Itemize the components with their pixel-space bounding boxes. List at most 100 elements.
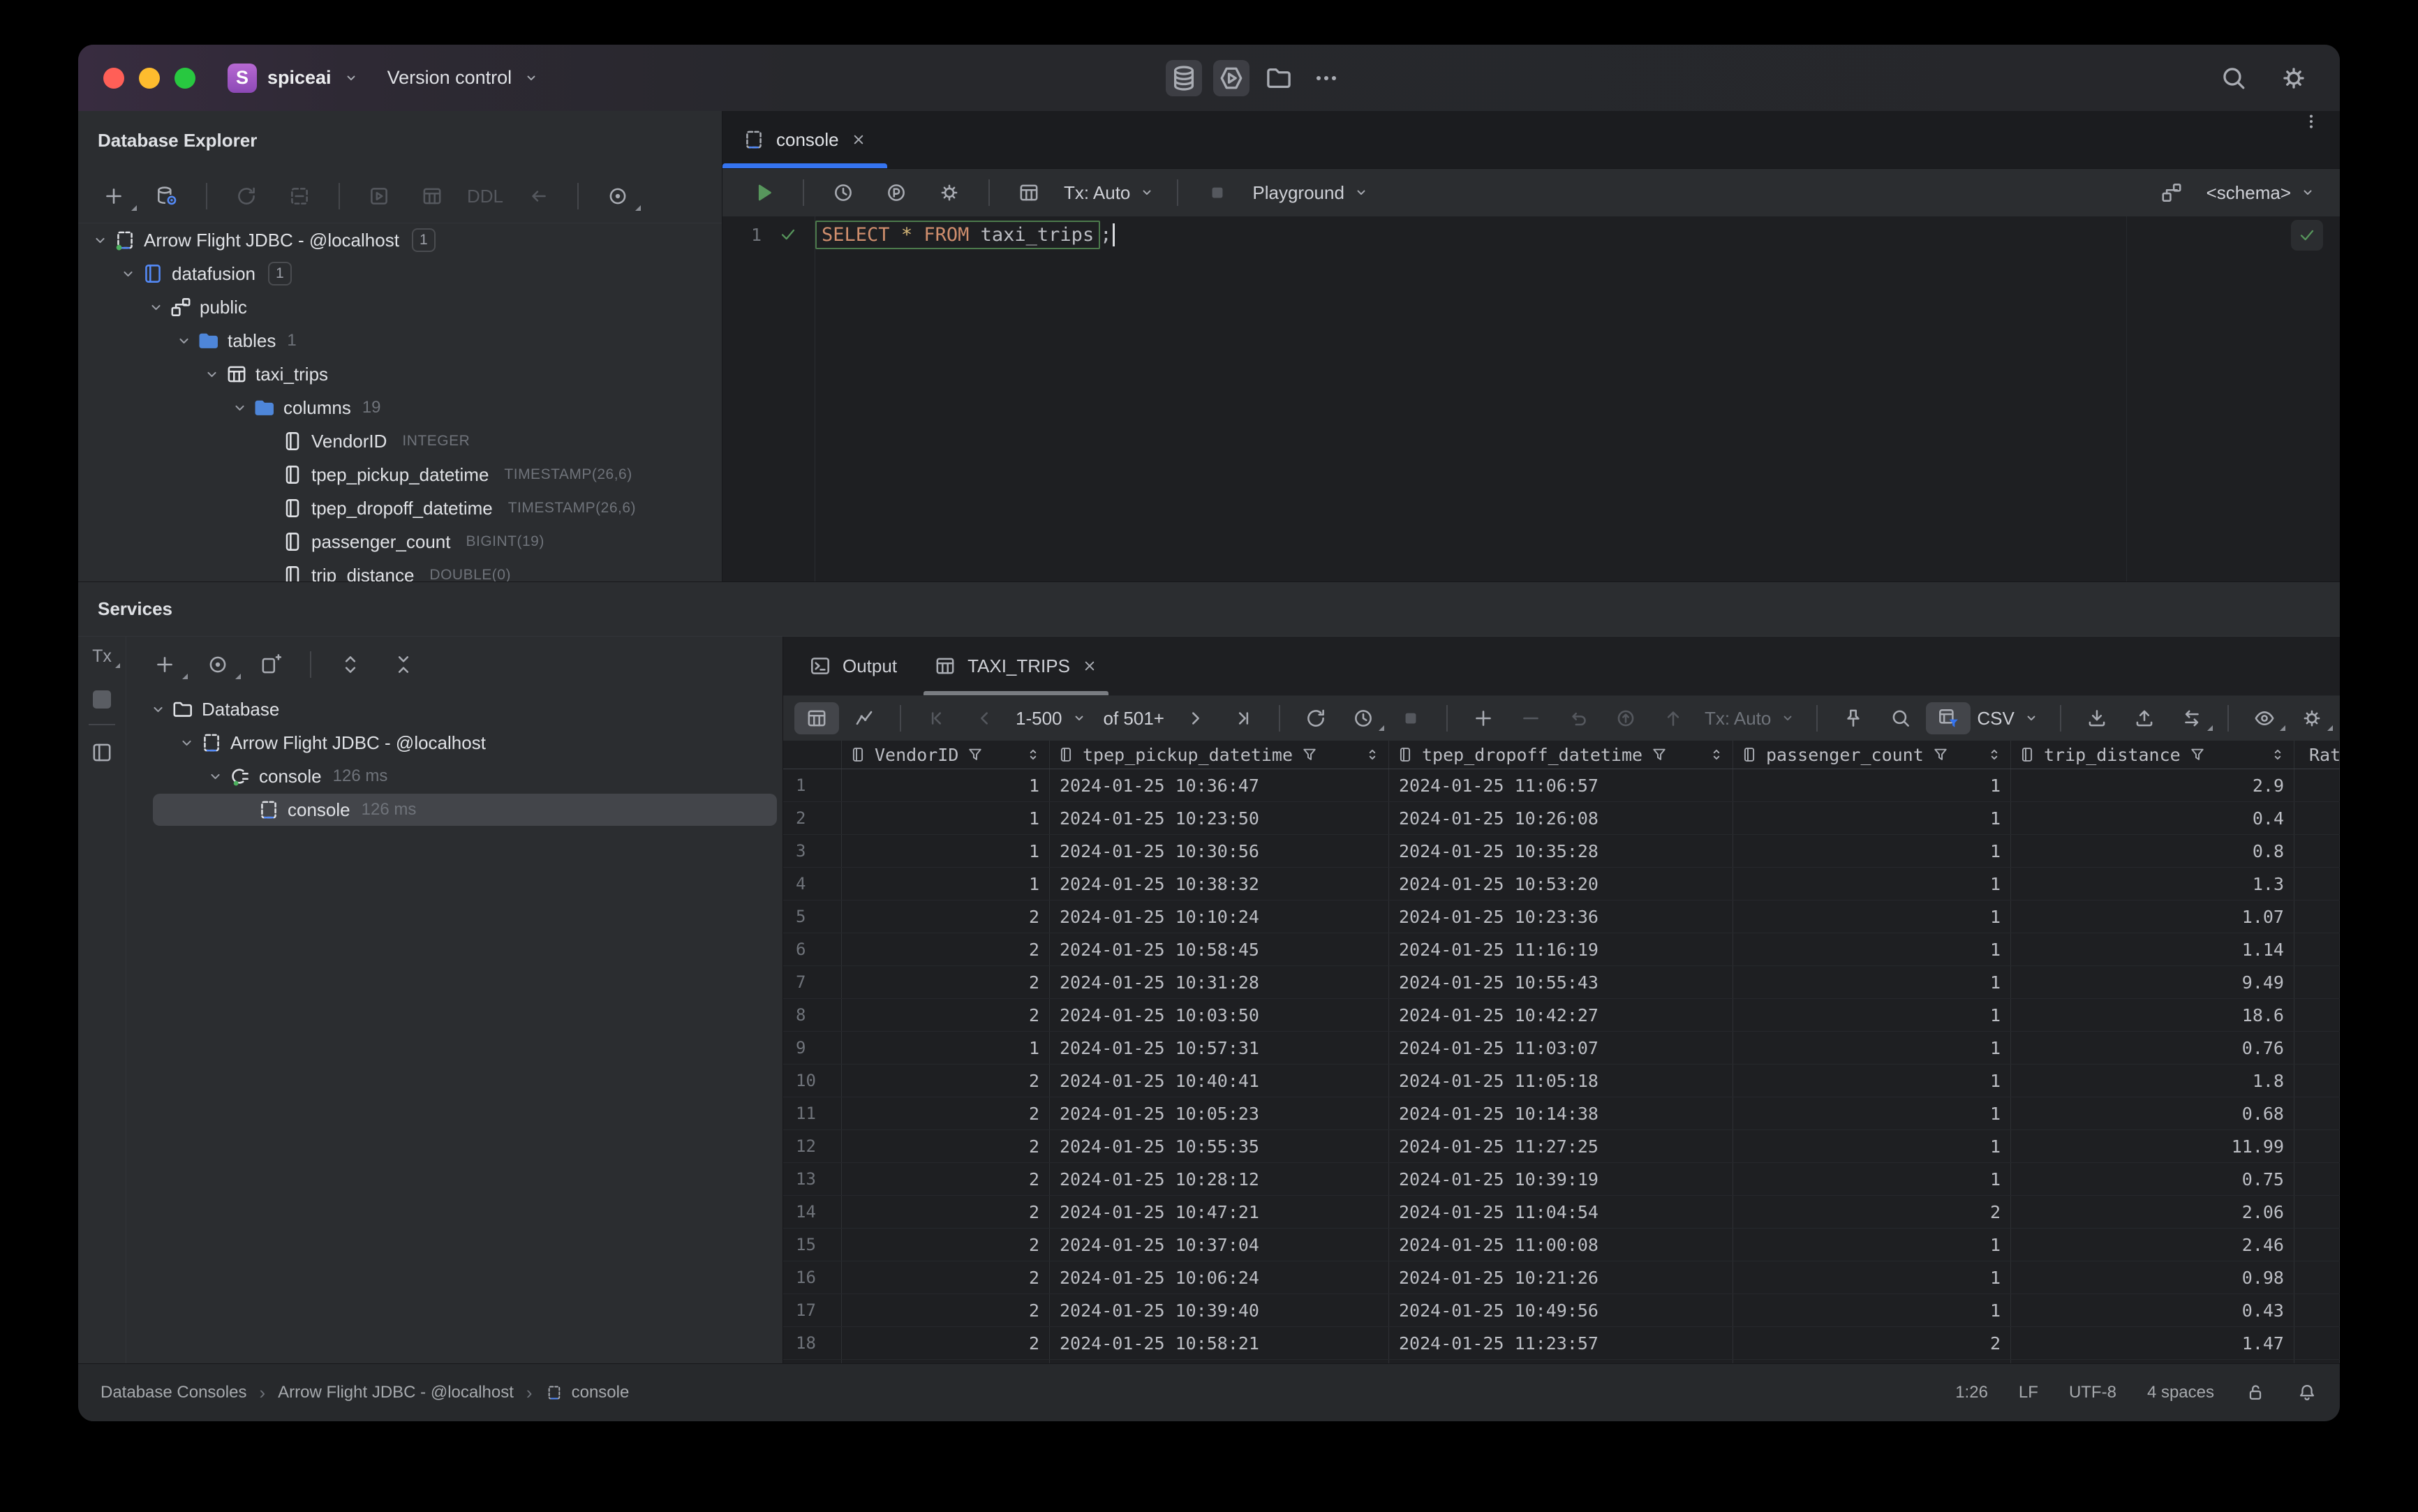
chevron-down-icon[interactable] [198,357,225,391]
cell[interactable]: 2024-01-25 10:49:56 [1389,1294,1733,1326]
cell[interactable]: 2 [842,1261,1050,1294]
grid-eye-button[interactable] [2242,702,2287,734]
vcs-menu-button[interactable]: Version control [387,67,512,89]
cell[interactable]: 1 [842,1032,1050,1064]
statusbar-4-spaces[interactable]: 4 spaces [2147,1383,2214,1402]
row-number[interactable]: 3 [783,835,842,867]
cell[interactable]: 2024-01-25 10:42:27 [1389,999,1733,1031]
chevron-down-icon[interactable] [142,290,169,324]
cell[interactable]: 2024-01-25 10:53:20 [1389,868,1733,900]
cell[interactable]: 2 [1733,1196,2011,1228]
editor-playground-button[interactable]: Playground [1246,175,1377,211]
cell[interactable] [2294,868,2340,900]
column-header-passenger-count[interactable]: passenger_count [1733,741,2011,769]
row-number[interactable]: 7 [783,966,842,998]
db-tree-item-columns[interactable]: columns 19 [78,391,722,424]
editor-run-button[interactable] [739,175,788,211]
row-number[interactable]: 6 [783,933,842,965]
cell[interactable]: 2024-01-25 10:58:21 [1050,1327,1389,1359]
dbcyl-button[interactable] [1166,59,1202,96]
row-number[interactable]: 9 [783,1032,842,1064]
cell[interactable]: 2 [842,1097,1050,1129]
cell[interactable]: 2.9 [2011,769,2294,801]
cell[interactable]: 2.46 [2011,1229,2294,1261]
cell[interactable] [2294,1163,2340,1195]
cell[interactable]: 1.07 [2011,900,2294,933]
chevron-down-icon[interactable] [170,324,197,357]
cell[interactable]: 2 [842,1065,1050,1097]
filter-icon[interactable] [2188,746,2206,764]
cell[interactable]: 2024-01-25 10:23:36 [1389,900,1733,933]
cell[interactable]: 2024-01-25 11:27:25 [1389,1130,1733,1162]
dots-button[interactable] [1308,60,1344,96]
row-number[interactable]: 18 [783,1327,842,1359]
cell[interactable]: 1.8 [2011,1065,2294,1097]
cell[interactable] [2294,1229,2340,1261]
cell[interactable]: 2024-01-25 10:23:50 [1050,802,1389,834]
grid-tablefilter-button[interactable] [1926,702,1971,734]
cell[interactable]: 1 [1733,1032,2011,1064]
cell[interactable]: 2 [842,900,1050,933]
search-button[interactable] [2216,60,2252,96]
editor-clock-button[interactable] [819,175,868,211]
row-number[interactable]: 12 [783,1130,842,1162]
cell[interactable]: 2 [842,1229,1050,1261]
db-tree-item-datafusion[interactable]: datafusion 1 [78,257,722,290]
cell[interactable]: 11.99 [2011,1130,2294,1162]
cell[interactable] [2294,1327,2340,1359]
dbx-scope-button[interactable] [593,178,642,214]
cell[interactable]: 1 [1733,1261,2011,1294]
cell[interactable]: 2 [842,966,1050,998]
services-tree-item-arrow-flight-jdbc-localhost[interactable]: Arrow Flight JDBC - @localhost [126,726,782,759]
cell[interactable]: 1 [1733,1163,2011,1195]
cell[interactable]: 2 [842,1294,1050,1326]
db-tree-item-tables[interactable]: tables 1 [78,324,722,357]
breadcrumb-item-database-consoles[interactable]: Database Consoles [101,1383,246,1402]
cell[interactable]: 2 [1733,1327,2011,1359]
tx-button[interactable]: Tx [88,645,120,668]
grid-navnext-button[interactable] [1173,702,1218,734]
row-number[interactable]: 8 [783,999,842,1031]
db-tree-item-public[interactable]: public [78,290,722,324]
services-tree-item-console[interactable]: console 126 ms [126,793,782,827]
cell[interactable]: 2024-01-25 10:39:19 [1389,1163,1733,1195]
db-tree-item-tpep-dropoff-datetime[interactable]: tpep_dropoff_datetime TIMESTAMP(26,6) [78,491,722,525]
db-tree-item-passenger-count[interactable]: passenger_count BIGINT(19) [78,525,722,558]
cell[interactable]: 2024-01-25 11:06:57 [1389,769,1733,801]
cell[interactable]: 2024-01-25 10:58:45 [1050,933,1389,965]
cell[interactable] [2294,1065,2340,1097]
close-window-icon[interactable] [103,67,124,89]
cell[interactable]: 2024-01-25 10:40:41 [1050,1065,1389,1097]
cell[interactable]: 2024-01-25 10:31:28 [1050,966,1389,998]
cell[interactable]: 2024-01-25 10:03:50 [1050,999,1389,1031]
cell[interactable]: 2024-01-25 10:47:21 [1050,1196,1389,1228]
cell[interactable]: 2024-01-25 10:10:24 [1050,900,1389,933]
cell[interactable]: 0.76 [2011,1032,2294,1064]
grid-pin-button[interactable] [1831,702,1876,734]
project-badge[interactable]: S [228,63,257,93]
chevron-down-icon[interactable] [173,726,200,759]
cell[interactable]: 2024-01-25 10:57:31 [1050,1032,1389,1064]
editor-pcircle-button[interactable] [872,175,921,211]
filter-icon[interactable] [1931,746,1950,764]
dbx-dsgear-button[interactable] [142,178,191,214]
column-header-trip-distance[interactable]: trip_distance [2011,741,2294,769]
breadcrumb-item-console[interactable]: console [545,1383,629,1402]
cell[interactable]: 9.49 [2011,966,2294,998]
grid-upload-button[interactable] [2122,702,2167,734]
cell[interactable]: 1 [1733,868,2011,900]
db-tree-item-vendorid[interactable]: VendorID INTEGER [78,424,722,458]
cell[interactable] [2294,999,2340,1031]
row-number[interactable]: 13 [783,1163,842,1195]
editor-gear-button[interactable] [925,175,974,211]
row-number[interactable]: 4 [783,868,842,900]
cell[interactable]: 1 [1733,1294,2011,1326]
cell[interactable]: 2 [842,1163,1050,1195]
grid-refresh-button[interactable] [1293,702,1338,734]
cell[interactable] [2294,1130,2340,1162]
db-tree-item-trip-distance[interactable]: trip_distance DOUBLE(0) [78,558,722,581]
breadcrumb-item-arrow-flight-jdbc-localhost[interactable]: Arrow Flight JDBC - @localhost [278,1383,514,1402]
cell[interactable] [2294,1097,2340,1129]
cell[interactable]: 2024-01-25 11:04:54 [1389,1196,1733,1228]
grid-navlast-button[interactable] [1221,702,1266,734]
